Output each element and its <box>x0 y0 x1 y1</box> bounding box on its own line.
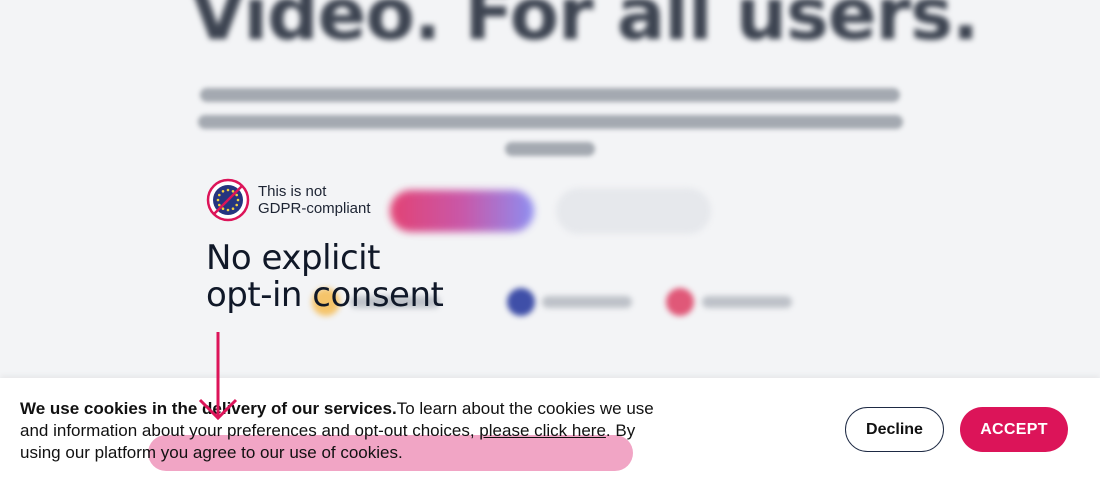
gdpr-warning-badge: This is not GDPR-compliant <box>206 178 371 222</box>
arrow-down-icon <box>198 332 238 421</box>
background-feature-icon <box>666 288 694 316</box>
cookie-banner-message: We use cookies in the delivery of our se… <box>20 399 654 462</box>
gdpr-warning-text: This is not GDPR-compliant <box>258 183 371 217</box>
annotation-headline: No explicit opt-in consent <box>206 238 444 315</box>
eu-flag-prohibited-icon <box>206 178 250 222</box>
background-primary-button <box>390 190 534 232</box>
accept-button[interactable]: ACCEPT <box>960 407 1068 452</box>
background-page: Video. For all users. <box>0 0 1100 380</box>
background-paragraph <box>195 88 905 169</box>
decline-button[interactable]: Decline <box>845 407 944 452</box>
cookie-policy-link[interactable]: please click here <box>479 421 606 440</box>
background-secondary-button <box>556 188 711 234</box>
background-feature-icon <box>507 288 535 316</box>
background-headline: Video. For all users. <box>190 0 979 56</box>
